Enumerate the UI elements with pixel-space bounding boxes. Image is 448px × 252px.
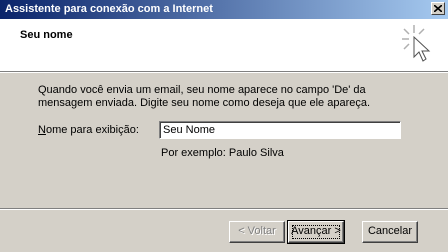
page-title: Seu nome [20, 29, 73, 41]
cancel-button[interactable]: Cancelar [362, 221, 418, 243]
footer-divider [0, 208, 448, 210]
wizard-header: Seu nome [0, 19, 448, 72]
window-title: Assistente para conexão com a Internet [5, 3, 213, 15]
next-button[interactable]: Avançar > [287, 220, 345, 244]
intro-text: Quando você envia um email, seu nome apa… [38, 84, 371, 109]
close-icon [434, 5, 442, 12]
label-text: ome para exibição: [45, 124, 139, 136]
header-divider [0, 72, 448, 73]
example-text: Por exemplo: Paulo Silva [161, 147, 284, 159]
wizard-burst-cursor-icon [402, 25, 431, 62]
title-bar: Assistente para conexão com a Internet [0, 0, 448, 19]
display-name-input[interactable]: Seu Nome [159, 121, 401, 139]
next-button-label: Avançar > [291, 225, 341, 237]
label-accelerator: N [38, 124, 46, 136]
back-button[interactable]: < Voltar [229, 221, 285, 243]
close-button[interactable] [431, 2, 445, 15]
display-name-label: Nome para exibição: [38, 124, 139, 136]
